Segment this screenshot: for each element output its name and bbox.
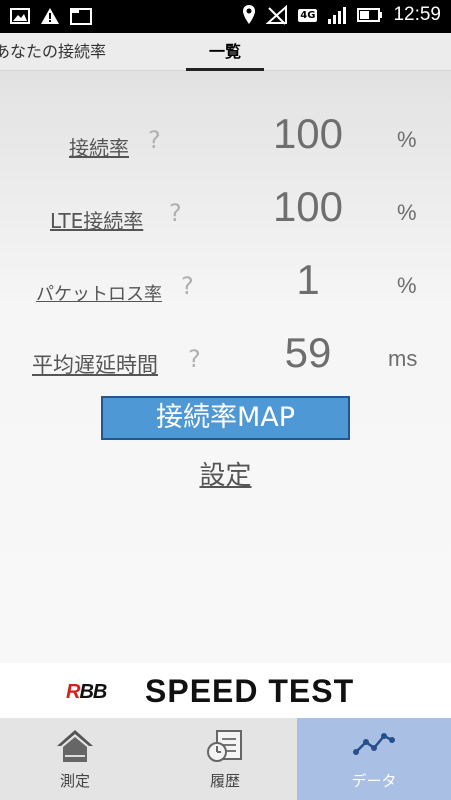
rbb-logo-bb: BB: [79, 681, 107, 703]
settings-link[interactable]: 設定: [0, 455, 451, 492]
location-icon: [243, 5, 256, 24]
line-chart-icon: [353, 733, 395, 755]
stat-label-average-latency[interactable]: 平均遅延時間: [32, 349, 158, 379]
stat-label-packet-loss[interactable]: パケットロス率: [36, 280, 162, 306]
home-icon: [57, 730, 93, 762]
warning-icon: [41, 8, 59, 24]
stat-unit-average-latency: ms: [388, 346, 418, 371]
nav-data[interactable]: データ: [297, 718, 451, 800]
help-icon[interactable]: ?: [169, 199, 182, 227]
stat-unit-connection-rate: %: [397, 127, 417, 152]
bottom-navigation: 測定 履歴 データ: [0, 718, 451, 800]
speed-test-logo: SPEED TEST: [145, 673, 355, 709]
rbb-logo-r: R: [66, 681, 80, 703]
stat-row-average-latency: 平均遅延時間 ? 59 ms: [0, 329, 451, 389]
battery-icon: [357, 8, 383, 22]
folder-icon: [70, 8, 92, 25]
tab-bar: あなたの接続率 一覧: [0, 33, 451, 71]
image-icon: [10, 8, 30, 24]
status-bar: 4G 12:59: [0, 0, 451, 33]
nav-history-label: 履歴: [209, 772, 240, 790]
stat-value-connection-rate: 100: [272, 110, 344, 157]
signal-icon: [328, 7, 347, 24]
status-time: 12:59: [393, 4, 441, 25]
stat-row-packet-loss: パケットロス率 ? 1 %: [0, 256, 451, 316]
network-type-badge: 4G: [298, 8, 318, 22]
nav-measure[interactable]: 測定: [0, 718, 150, 800]
stat-label-lte-connection-rate[interactable]: LTE接続率: [50, 205, 143, 234]
status-left-icons: [10, 7, 92, 25]
nav-history[interactable]: 履歴: [150, 718, 300, 800]
stat-value-packet-loss: 1: [296, 256, 320, 303]
help-icon[interactable]: ?: [188, 345, 201, 373]
nav-data-label: データ: [351, 772, 397, 790]
stat-value-average-latency: 59: [284, 329, 332, 376]
nav-measure-label: 測定: [59, 772, 90, 790]
help-icon[interactable]: ?: [148, 126, 161, 154]
brand-banner: RBB SPEED TEST: [0, 663, 451, 718]
history-icon: [207, 730, 242, 762]
help-icon[interactable]: ?: [181, 272, 194, 300]
status-right-icons: 4G 12:59: [242, 4, 441, 26]
tab-my-connection-rate[interactable]: あなたの接続率: [0, 33, 106, 71]
stat-unit-lte-connection-rate: %: [397, 200, 417, 225]
tab-list[interactable]: 一覧: [186, 33, 264, 71]
stat-value-lte-connection-rate: 100: [272, 183, 344, 230]
wifi-off-icon: [266, 5, 288, 25]
connection-rate-map-button[interactable]: 接続率MAP: [101, 396, 350, 440]
stat-row-connection-rate: 接続率 ? 100 %: [0, 110, 451, 170]
stat-label-connection-rate[interactable]: 接続率: [69, 132, 129, 161]
stat-row-lte-connection-rate: LTE接続率 ? 100 %: [0, 183, 451, 243]
stat-unit-packet-loss: %: [397, 273, 417, 298]
rbb-logo: RBB: [66, 681, 107, 704]
